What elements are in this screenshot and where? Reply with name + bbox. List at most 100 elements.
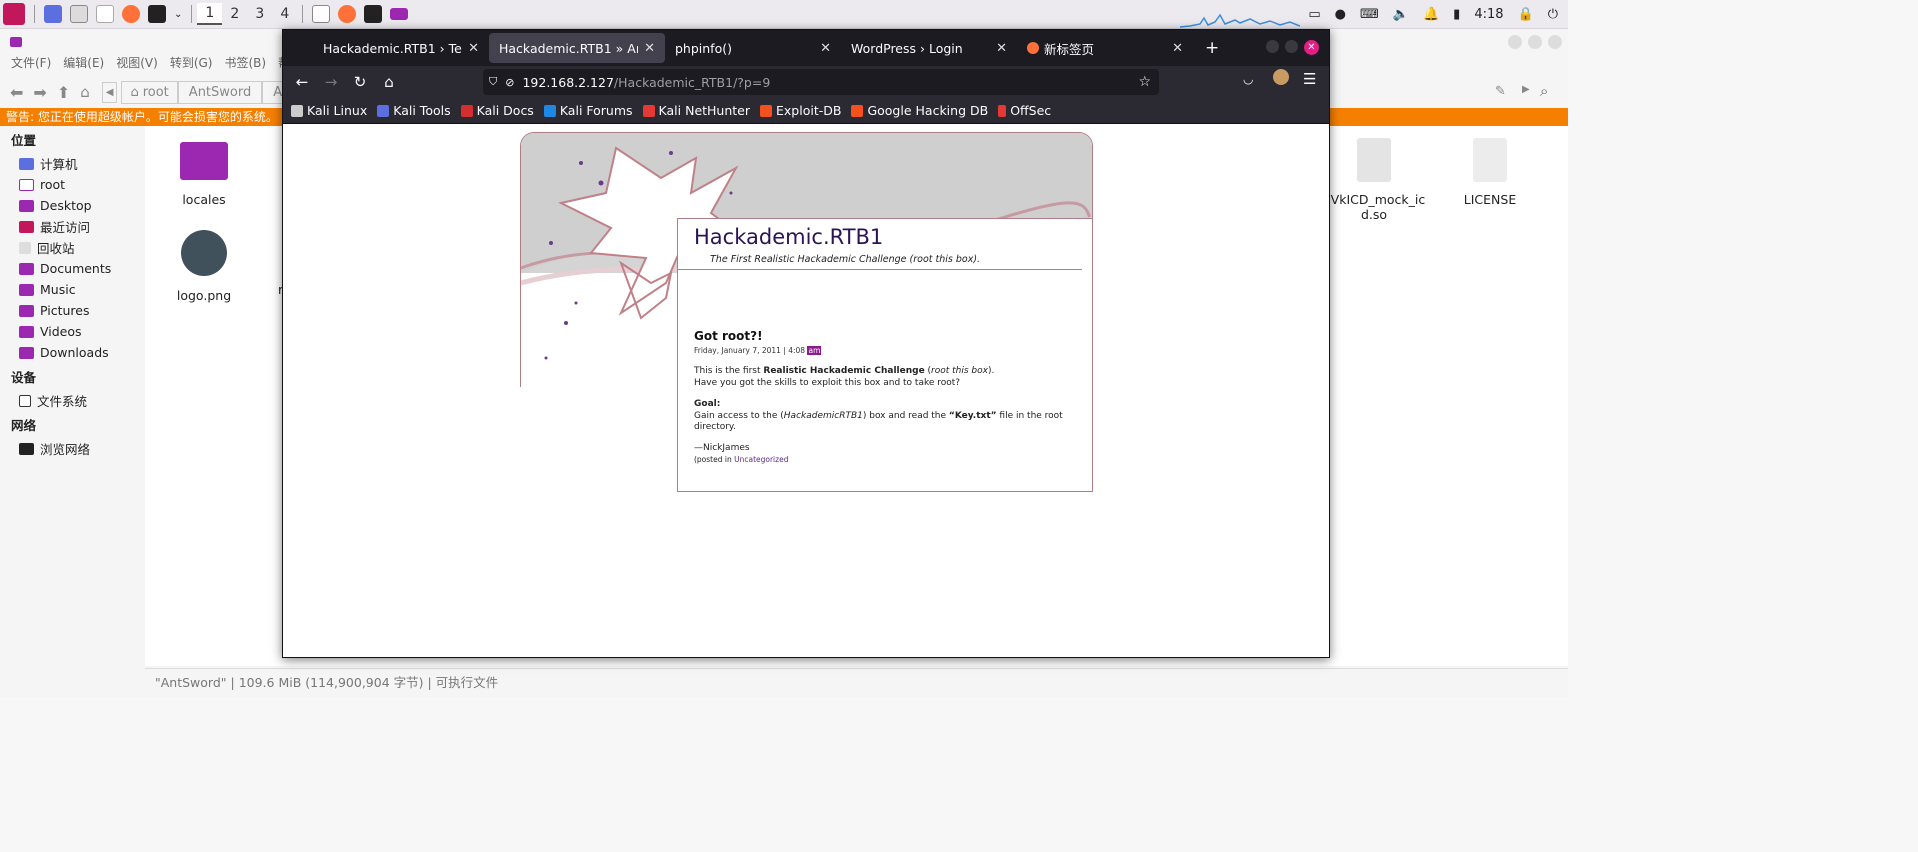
bookmark-kali-docs[interactable]: Kali Docs: [460, 103, 534, 118]
close-window-button[interactable]: ✕: [1304, 40, 1319, 55]
close-tab-icon[interactable]: ✕: [644, 41, 655, 56]
battery-icon[interactable]: ▮: [1453, 7, 1460, 22]
taskbar: ⌄ 1 2 3 4 ▭ ● ⌨ 🔈 🔔 ▮ 4:18 🔒 ⏻: [0, 0, 1568, 29]
post-meta: Friday, January 7, 2011 | 4:08 am: [694, 345, 1074, 357]
home-icon[interactable]: ⌂: [80, 83, 90, 101]
sidebar-item-music[interactable]: Music: [0, 279, 145, 300]
clock[interactable]: 4:18: [1474, 7, 1503, 22]
close-tab-icon[interactable]: ✕: [820, 41, 831, 56]
desktop-icon[interactable]: [44, 5, 62, 23]
post-title[interactable]: Got root?!: [694, 330, 1074, 343]
bookmark-google-hacking-db[interactable]: Google Hacking DB: [851, 103, 988, 118]
bookmark-exploit-db[interactable]: Exploit-DB: [760, 103, 841, 118]
path-root-button[interactable]: ⌂ root: [121, 80, 178, 104]
category-link[interactable]: Uncategorized: [734, 455, 788, 464]
chevron-down-icon[interactable]: ⌄: [174, 9, 182, 20]
menu-edit[interactable]: 编辑(E): [63, 54, 104, 76]
pocket-icon[interactable]: ◡: [1243, 72, 1253, 86]
sidebar-item-filesystem[interactable]: 文件系统: [0, 390, 145, 411]
sidebar-item-computer[interactable]: 计算机: [0, 153, 145, 174]
folder-window-icon[interactable]: [390, 8, 409, 20]
file-vkicd-so[interactable]: bVkICD_mock_icd.so: [1319, 138, 1429, 222]
sidebar-item-documents[interactable]: Documents: [0, 258, 145, 279]
forward-icon[interactable]: ➡: [33, 83, 46, 102]
sidebar-item-videos[interactable]: Videos: [0, 321, 145, 342]
file-label: bVkICD_mock_icd.so: [1322, 192, 1426, 222]
firefox-window-icon[interactable]: [338, 5, 357, 23]
search-icon[interactable]: ⌕: [1540, 82, 1548, 100]
text-editor-icon[interactable]: [96, 5, 114, 23]
firefox-icon[interactable]: [122, 5, 140, 23]
back-icon[interactable]: ⬅: [10, 83, 23, 102]
sidebar-item-downloads[interactable]: Downloads: [0, 342, 145, 363]
path-left-arrow[interactable]: ◀: [101, 81, 118, 103]
close-tab-icon[interactable]: ✕: [996, 41, 1007, 56]
bookmark-kali-forums[interactable]: Kali Forums: [543, 103, 633, 118]
path-right-arrow[interactable]: ▶: [1522, 84, 1530, 95]
sidebar-item-recent[interactable]: 最近访问: [0, 216, 145, 237]
file-license[interactable]: LICENSE: [1435, 138, 1545, 207]
window-icon[interactable]: [312, 5, 331, 23]
workspace-3[interactable]: 3: [247, 3, 272, 25]
bookmark-kali-tools[interactable]: Kali Tools: [377, 103, 451, 118]
up-icon[interactable]: ⬆: [57, 83, 70, 102]
shield-icon[interactable]: ⛉: [489, 75, 497, 89]
bookmark-kali-nethunter[interactable]: Kali NetHunter: [642, 103, 750, 118]
path-antsword-button[interactable]: AntSword: [177, 80, 263, 104]
maximize-button[interactable]: [1528, 35, 1542, 49]
tab-new-tab[interactable]: 新标签页 ✕: [1017, 33, 1193, 63]
file-logo-png[interactable]: logo.png: [149, 230, 259, 303]
close-tab-icon[interactable]: ✕: [1172, 41, 1183, 56]
new-tab-button[interactable]: +: [1205, 38, 1219, 58]
tab-hackademic-template[interactable]: Hackademic.RTB1 › Templat ✕: [313, 33, 489, 63]
keyboard-icon[interactable]: ⌨: [1360, 7, 1379, 22]
file-locales[interactable]: locales: [149, 138, 259, 207]
downloads-folder-icon: [19, 346, 34, 359]
bookmark-kali-linux[interactable]: Kali Linux: [291, 103, 367, 118]
power-icon[interactable]: ⏻: [1548, 7, 1558, 22]
home-button[interactable]: ⌂: [375, 68, 403, 96]
terminal-window-icon[interactable]: [364, 5, 383, 23]
screen-icon[interactable]: ▭: [1308, 7, 1320, 22]
site-title[interactable]: Hackademic.RTB1: [694, 225, 883, 249]
sidebar-item-network[interactable]: 浏览网络: [0, 438, 145, 459]
lock-icon[interactable]: 🔒: [1518, 7, 1534, 22]
extension-icon[interactable]: [1273, 69, 1289, 85]
info-icon[interactable]: ⊘: [505, 76, 514, 89]
menu-view[interactable]: 视图(V): [116, 54, 158, 76]
menu-go[interactable]: 转到(G): [170, 54, 213, 76]
bell-icon[interactable]: 🔔: [1423, 7, 1439, 22]
maximize-button[interactable]: [1285, 40, 1298, 53]
workspace-4[interactable]: 4: [272, 3, 297, 25]
file-manager-icon[interactable]: [70, 5, 88, 23]
file-label: logo.png: [176, 288, 232, 303]
hamburger-menu-icon[interactable]: ☰: [1303, 70, 1316, 88]
star-icon[interactable]: ☆: [1138, 74, 1151, 90]
bookmark-offsec[interactable]: OffSec: [998, 103, 1051, 118]
workspace-2[interactable]: 2: [222, 3, 247, 25]
volume-icon[interactable]: 🔈: [1393, 7, 1409, 22]
minimize-button[interactable]: [1508, 35, 1522, 49]
sidebar-item-trash[interactable]: 回收站: [0, 237, 145, 258]
sidebar-item-pictures[interactable]: Pictures: [0, 300, 145, 321]
edit-path-icon[interactable]: ✎: [1495, 84, 1506, 99]
close-tab-icon[interactable]: ✕: [468, 41, 479, 56]
text-file-icon: [1473, 138, 1507, 182]
workspace-1[interactable]: 1: [197, 3, 223, 25]
tab-phpinfo[interactable]: phpinfo() ✕: [665, 33, 841, 63]
terminal-icon[interactable]: [148, 5, 166, 23]
user-icon[interactable]: ●: [1335, 7, 1346, 22]
sidebar-item-root[interactable]: root: [0, 174, 145, 195]
back-button[interactable]: ←: [288, 68, 316, 96]
menu-bookmarks[interactable]: 书签(B): [224, 54, 266, 76]
tab-hackademic-archive[interactable]: Hackademic.RTB1 » Archive ✕: [489, 33, 665, 63]
kali-menu-icon[interactable]: [3, 3, 25, 25]
reload-button[interactable]: ↻: [346, 68, 374, 96]
menu-file[interactable]: 文件(F): [11, 54, 51, 76]
tab-wordpress-login[interactable]: WordPress › Login ✕: [841, 33, 1017, 63]
forward-button[interactable]: →: [317, 68, 345, 96]
sidebar-item-desktop[interactable]: Desktop: [0, 195, 145, 216]
url-bar[interactable]: ⛉ ⊘ 192.168.2.127/Hackademic_RTB1/?p=9 ☆: [483, 69, 1159, 95]
close-button[interactable]: [1548, 35, 1562, 49]
minimize-button[interactable]: [1266, 40, 1279, 53]
